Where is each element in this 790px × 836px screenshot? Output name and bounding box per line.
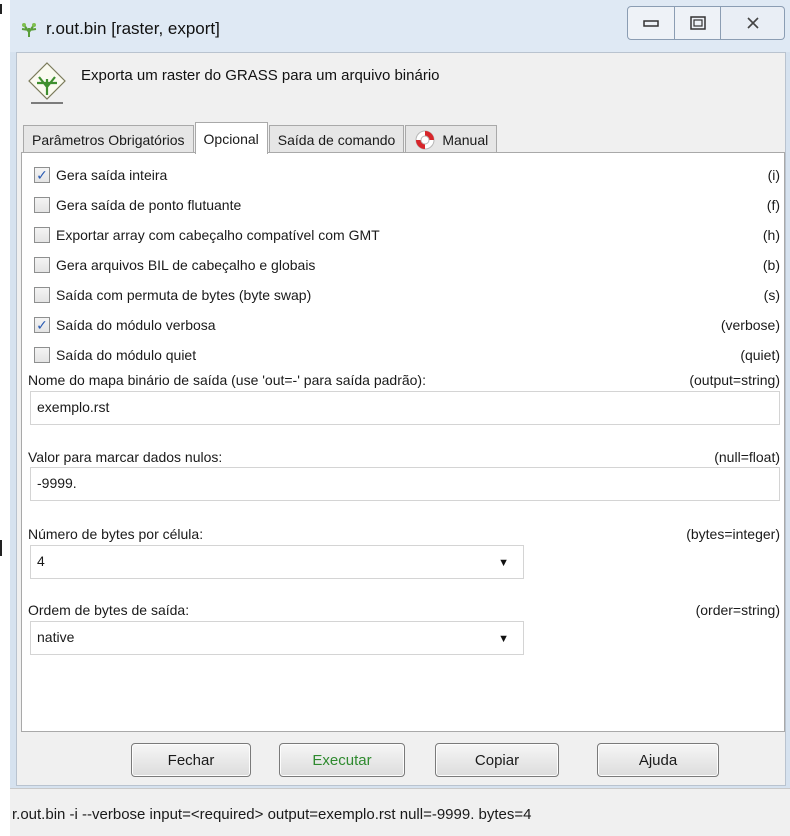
tab-command-output[interactable]: Saída de comando (268, 125, 405, 153)
checkbox[interactable] (34, 347, 50, 363)
param-label: Nome do mapa binário de saída (use 'out=… (28, 372, 426, 388)
flag-row-quiet[interactable]: Saída do módulo quiet (quiet) (34, 343, 780, 367)
flag-label: Gera saída de ponto flutuante (56, 197, 242, 213)
close-button[interactable]: Fechar (131, 743, 251, 777)
param-label: Valor para marcar dados nulos: (28, 449, 223, 465)
maximize-button[interactable] (675, 6, 721, 40)
dropdown-arrow-icon[interactable]: ▼ (498, 553, 509, 571)
checkbox[interactable] (34, 287, 50, 303)
tab-manual[interactable]: Manual (405, 125, 498, 153)
optional-panel: ✓ Gera saída inteira (i) Gera saída de p… (21, 152, 785, 732)
output-param-label-row: Nome do mapa binário de saída (use 'out=… (28, 372, 780, 388)
button-label: Ajuda (638, 751, 678, 769)
window-controls (627, 6, 785, 40)
param-key: (bytes=integer) (686, 526, 780, 542)
param-label: Número de bytes por célula: (28, 526, 204, 542)
flag-key: (b) (762, 257, 780, 273)
select-value: 4 (37, 553, 45, 569)
button-label: Copiar (474, 751, 520, 769)
bytes-select[interactable]: 4 ▼ (30, 545, 524, 579)
edge-mark-top (0, 4, 2, 14)
param-key: (null=float) (714, 449, 780, 465)
checkbox[interactable] (34, 227, 50, 243)
tab-required[interactable]: Parâmetros Obrigatórios (23, 125, 194, 153)
flag-key: (verbose) (720, 317, 780, 333)
command-preview: r.out.bin -i --verbose input=<required> … (12, 806, 532, 823)
lifebuoy-icon (415, 130, 435, 149)
field-value: -9999. (37, 475, 77, 491)
minimize-icon (643, 20, 659, 27)
output-field[interactable]: exemplo.rst (30, 391, 780, 425)
dropdown-arrow-icon[interactable]: ▼ (498, 629, 509, 647)
module-description: Exporta um raster do GRASS para um arqui… (81, 67, 440, 84)
flag-row-verbose[interactable]: ✓ Saída do módulo verbosa (verbose) (34, 313, 780, 337)
tab-label: Parâmetros Obrigatórios (32, 131, 185, 148)
order-param-label-row: Ordem de bytes de saída: (order=string) (28, 602, 780, 618)
null-value-field[interactable]: -9999. (30, 467, 780, 501)
copy-button[interactable]: Copiar (435, 743, 559, 777)
flag-label: Gera saída inteira (56, 167, 168, 183)
flag-label: Saída do módulo verbosa (56, 317, 216, 333)
flag-key: (h) (762, 227, 780, 243)
flag-key: (i) (767, 167, 780, 183)
flag-key: (quiet) (740, 347, 780, 363)
checkbox[interactable]: ✓ (34, 317, 50, 333)
tab-label: Saída de comando (277, 131, 396, 148)
help-button[interactable]: Ajuda (597, 743, 719, 777)
field-value: exemplo.rst (37, 399, 110, 415)
dialog-window: r.out.bin [raster, export] Exporta um ra… (10, 0, 790, 836)
checkbox[interactable] (34, 197, 50, 213)
flag-label: Gera arquivos BIL de cabeçalho e globais (56, 257, 316, 273)
null-param-label-row: Valor para marcar dados nulos: (null=flo… (28, 449, 780, 465)
tab-bar: Parâmetros Obrigatórios Opcional Saída d… (23, 121, 498, 154)
flag-label: Exportar array com cabeçalho compatível … (56, 227, 380, 243)
minimize-button[interactable] (627, 6, 675, 40)
dialog-content: Exporta um raster do GRASS para um arqui… (16, 52, 786, 786)
flag-key: (s) (763, 287, 780, 303)
select-value: native (37, 629, 75, 645)
checkbox[interactable]: ✓ (34, 167, 50, 183)
run-button[interactable]: Executar (279, 743, 405, 777)
flag-row-b[interactable]: Gera arquivos BIL de cabeçalho e globais… (34, 253, 780, 277)
module-icon (28, 62, 66, 104)
grass-icon (21, 23, 37, 37)
window-title: r.out.bin [raster, export] (46, 19, 220, 38)
checkbox[interactable] (34, 257, 50, 273)
tab-optional[interactable]: Opcional (194, 122, 268, 154)
flag-row-f[interactable]: Gera saída de ponto flutuante (f) (34, 193, 780, 217)
tab-label: Manual (442, 131, 489, 148)
flag-row-i[interactable]: ✓ Gera saída inteira (i) (34, 163, 780, 187)
flag-label: Saída do módulo quiet (56, 347, 197, 363)
flag-row-h[interactable]: Exportar array com cabeçalho compatível … (34, 223, 780, 247)
param-key: (output=string) (689, 372, 780, 388)
param-label: Ordem de bytes de saída: (28, 602, 190, 618)
param-key: (order=string) (695, 602, 780, 618)
flag-label: Saída com permuta de bytes (byte swap) (56, 287, 312, 303)
edge-mark-bottom (0, 540, 2, 556)
title-bar: r.out.bin [raster, export] (10, 0, 790, 52)
maximize-icon (689, 16, 706, 30)
bytes-param-label-row: Número de bytes por célula: (bytes=integ… (28, 526, 780, 542)
order-select[interactable]: native ▼ (30, 621, 524, 655)
close-window-button[interactable] (721, 6, 785, 40)
flag-row-s[interactable]: Saída com permuta de bytes (byte swap) (… (34, 283, 780, 307)
tab-label: Opcional (203, 130, 259, 147)
close-icon (746, 17, 759, 29)
button-label: Fechar (167, 751, 215, 769)
command-status-bar: r.out.bin -i --verbose input=<required> … (10, 788, 790, 836)
flag-key: (f) (766, 197, 780, 213)
button-label: Executar (312, 751, 372, 769)
